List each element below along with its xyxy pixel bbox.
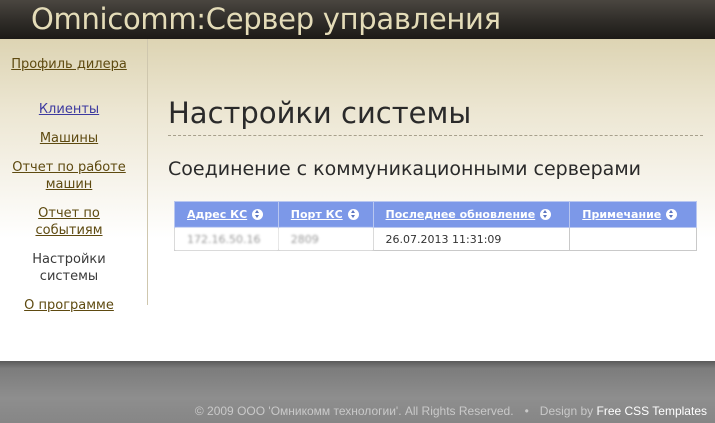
footer-text: © 2009 ООО 'Омникомм технологии'. All Ri… bbox=[195, 404, 707, 418]
sort-icon[interactable] bbox=[540, 208, 552, 220]
template-credit-link[interactable]: Free CSS Templates bbox=[597, 404, 708, 418]
section-title: Соединение с коммуникационными серверами bbox=[168, 158, 642, 180]
column-header-note[interactable]: Примечание bbox=[569, 201, 697, 228]
cell-note bbox=[569, 227, 697, 251]
page-title: Настройки системы bbox=[168, 96, 472, 130]
cell-last-update: 26.07.2013 11:31:09 bbox=[372, 227, 571, 251]
sidebar-item-vehicles[interactable]: Машины bbox=[6, 130, 132, 147]
servers-table: Адрес КС Порт КС Последнее обновление Пр… bbox=[174, 201, 697, 251]
table-header-row: Адрес КС Порт КС Последнее обновление Пр… bbox=[174, 201, 697, 228]
cell-server-address: 172.16.50.16 bbox=[174, 227, 279, 251]
footer: © 2009 ООО 'Омникомм технологии'. All Ri… bbox=[0, 361, 715, 423]
app-title: Omnicomm:Сервер управления bbox=[31, 2, 501, 36]
title-divider bbox=[168, 135, 703, 136]
column-header-last-update[interactable]: Последнее обновление bbox=[372, 201, 571, 228]
sidebar-item-about[interactable]: О программе bbox=[6, 297, 132, 314]
sidebar-item-system-settings[interactable]: Настройки системы bbox=[6, 251, 132, 285]
column-header-label: Последнее обновление bbox=[385, 208, 536, 221]
sidebar-item-dealer-profile[interactable]: Профиль дилера bbox=[6, 56, 132, 73]
app-header: Omnicomm:Сервер управления bbox=[0, 0, 715, 39]
column-header-label: Порт КС bbox=[290, 208, 343, 221]
sort-icon[interactable] bbox=[347, 208, 359, 220]
column-header-server-address[interactable]: Адрес КС bbox=[174, 201, 279, 228]
sidebar: Профиль дилера Клиенты Машины Отчет по р… bbox=[0, 39, 148, 313]
copyright-text: © 2009 ООО 'Омникомм технологии'. All Ri… bbox=[194, 404, 514, 418]
table-row: 172.16.50.16 2809 26.07.2013 11:31:09 bbox=[174, 227, 697, 251]
sidebar-item-vehicle-work-report[interactable]: Отчет по работе машин bbox=[6, 159, 132, 193]
design-by-label: Design by bbox=[539, 404, 594, 418]
separator-dot: • bbox=[524, 404, 529, 418]
cell-server-port: 2809 bbox=[277, 227, 374, 251]
column-header-label: Примечание bbox=[582, 208, 662, 221]
sidebar-item-events-report[interactable]: Отчет по событиям bbox=[6, 205, 132, 239]
sort-icon[interactable] bbox=[252, 208, 264, 220]
column-header-label: Адрес КС bbox=[187, 208, 248, 221]
column-header-server-port[interactable]: Порт КС bbox=[277, 201, 374, 228]
sidebar-item-clients[interactable]: Клиенты bbox=[6, 101, 132, 118]
sort-icon[interactable] bbox=[666, 208, 678, 220]
